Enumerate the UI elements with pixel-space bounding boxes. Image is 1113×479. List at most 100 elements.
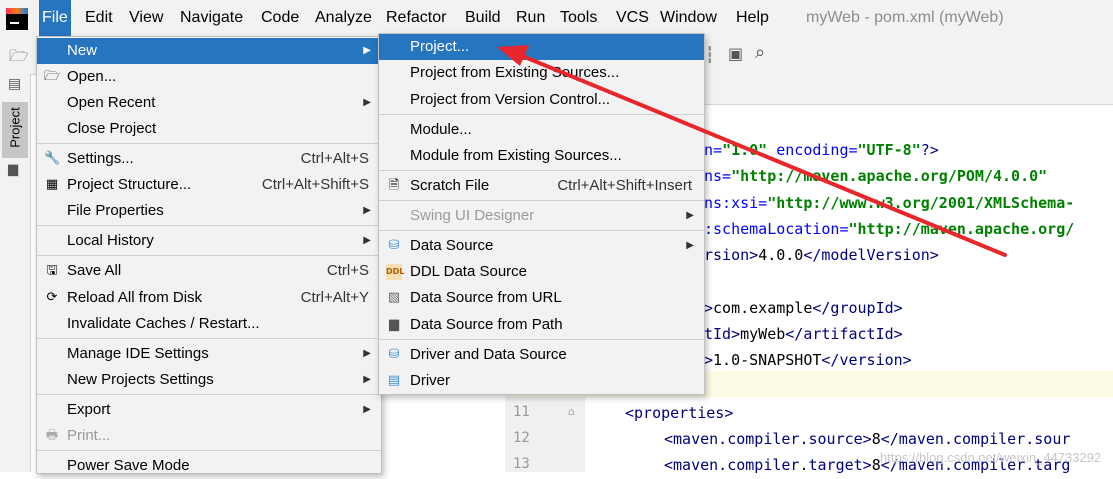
file-menu-invalidate-caches[interactable]: Invalidate Caches / Restart... xyxy=(37,311,381,337)
menu-file[interactable]: File xyxy=(39,0,71,36)
code-line: <properties> xyxy=(625,404,734,422)
file-menu-new[interactable]: New ▶ xyxy=(37,38,381,64)
menu-separator xyxy=(379,170,704,171)
database-icon: ⛁ xyxy=(388,238,400,253)
menu-separator xyxy=(379,230,704,231)
project-tab-label: Project xyxy=(7,107,23,148)
file-menu-open[interactable]: 🗁 Open... xyxy=(37,64,381,90)
new-menu-ddl-data-source[interactable]: DDL DDL Data Source xyxy=(379,259,704,285)
driver-data-source-icon: ⛁ xyxy=(388,347,400,362)
new-menu-swing-ui-designer: Swing UI Designer ▶ xyxy=(379,203,704,229)
intellij-logo-icon xyxy=(6,8,28,30)
submenu-arrow-icon: ▶ xyxy=(363,235,371,246)
submenu-arrow-icon: ▶ xyxy=(363,404,371,415)
menu-separator xyxy=(37,338,381,339)
tool-window-strip: ▤ Project ▆ xyxy=(0,74,31,472)
code-line: ns="http://maven.apache.org/POM/4.0.0" xyxy=(704,167,1048,185)
open-folder-icon: 🗁 xyxy=(44,69,61,84)
menu-tools[interactable]: Tools xyxy=(557,0,600,36)
watermark: https://blog.csdn.net/weixin_44733292 xyxy=(880,450,1102,465)
menu-build[interactable]: Build xyxy=(462,0,504,36)
file-menu-file-properties[interactable]: File Properties ▶ xyxy=(37,198,381,224)
file-menu-manage-ide-settings[interactable]: Manage IDE Settings ▶ xyxy=(37,341,381,367)
new-menu-data-source-path[interactable]: ▆ Data Source from Path xyxy=(379,312,704,338)
file-menu-reload[interactable]: ⟳ Reload All from Disk Ctrl+Alt+Y xyxy=(37,285,381,311)
file-menu-print: 🖶 Print... xyxy=(45,427,111,444)
menu-vcs[interactable]: VCS xyxy=(613,0,652,36)
toolbar-divider-icon: ┇ xyxy=(705,45,715,64)
menu-analyze[interactable]: Analyze xyxy=(312,0,375,36)
menu-bar: File Edit View Navigate Code Analyze Ref… xyxy=(0,0,1113,36)
new-menu-scratch-file[interactable]: 🗎 Scratch File Ctrl+Alt+Shift+Insert xyxy=(379,173,704,199)
code-line: rsion>4.0.0</modelVersion> xyxy=(704,246,939,264)
file-menu-local-history[interactable]: Local History ▶ xyxy=(37,228,381,254)
file-menu-power-save-mode[interactable]: Power Save Mode xyxy=(37,453,381,479)
code-line: :schemaLocation="http://maven.apache.org… xyxy=(704,220,1075,238)
new-menu-driver-and-data-source[interactable]: ⛁ Driver and Data Source xyxy=(379,342,704,368)
menu-navigate[interactable]: Navigate xyxy=(177,0,246,36)
new-menu-data-source-url[interactable]: ▧ Data Source from URL xyxy=(379,285,704,311)
menu-help[interactable]: Help xyxy=(733,0,772,36)
menu-refactor[interactable]: Refactor xyxy=(383,0,449,36)
submenu-arrow-icon: ▶ xyxy=(363,45,371,56)
folder-icon: ▆ xyxy=(389,317,399,332)
menu-view[interactable]: View xyxy=(126,0,166,36)
menu-run[interactable]: Run xyxy=(513,0,548,36)
driver-icon: ▤ xyxy=(387,373,401,388)
menu-separator xyxy=(37,255,381,256)
menu-separator xyxy=(379,114,704,115)
project-structure-icon: ▦ xyxy=(45,177,59,192)
new-menu-project[interactable]: Project... xyxy=(379,34,704,60)
menu-separator xyxy=(37,225,381,226)
line-number: 11 xyxy=(513,404,530,420)
structure-icon[interactable]: ▤ xyxy=(8,76,21,92)
menu-separator xyxy=(37,143,381,144)
submenu-arrow-icon: ▶ xyxy=(363,205,371,216)
new-menu-project-existing-sources[interactable]: Project from Existing Sources... xyxy=(379,60,704,86)
submenu-arrow-icon: ▶ xyxy=(686,240,694,251)
line-number: 13 xyxy=(513,456,530,472)
menu-separator xyxy=(379,200,704,201)
code-line: >1.0-SNAPSHOT</version> xyxy=(704,351,912,369)
file-menu-project-structure[interactable]: ▦ Project Structure... Ctrl+Alt+Shift+S xyxy=(37,172,381,198)
search-icon[interactable]: ⌕ xyxy=(755,42,765,63)
menu-separator xyxy=(379,339,704,340)
wrench-icon: 🔧 xyxy=(44,151,61,166)
code-line: >com.example</groupId> xyxy=(704,299,903,317)
code-line: ns:xsi="http://www.w3.org/2001/XMLSchema… xyxy=(704,194,1075,212)
project-tool-tab[interactable]: Project xyxy=(2,102,28,158)
run-console-icon[interactable]: ▣ xyxy=(728,44,743,63)
file-menu-close-project[interactable]: Close Project xyxy=(37,116,381,142)
code-line: <maven.compiler.source>8</maven.compiler… xyxy=(664,430,1071,448)
ddl-icon: DDL xyxy=(386,264,404,280)
file-menu: New ▶ 🗁 Open... Open Recent ▶ Close Project… xyxy=(36,36,382,474)
line-number: 12 xyxy=(513,430,530,446)
menu-edit[interactable]: Edit xyxy=(82,0,116,36)
new-menu-module[interactable]: Module... xyxy=(379,117,704,143)
code-line: tId>myWeb</artifactId> xyxy=(704,325,903,343)
printer-icon: 🖶 xyxy=(45,428,59,443)
new-menu-module-existing-sources[interactable]: Module from Existing Sources... xyxy=(379,143,704,169)
fold-icon[interactable]: ⌂ xyxy=(568,405,575,418)
menu-window[interactable]: Window xyxy=(657,0,720,36)
new-submenu: Project... Project from Existing Sources… xyxy=(378,33,705,395)
new-menu-project-version-control[interactable]: Project from Version Control... xyxy=(379,87,704,113)
file-menu-save-all[interactable]: 🖫 Save All Ctrl+S xyxy=(37,258,381,284)
submenu-arrow-icon: ▶ xyxy=(363,348,371,359)
submenu-arrow-icon: ▶ xyxy=(686,210,694,221)
file-menu-new-projects-settings[interactable]: New Projects Settings ▶ xyxy=(37,367,381,393)
code-line: n="1.0" encoding="UTF-8"?> xyxy=(704,141,939,159)
new-menu-driver[interactable]: ▤ Driver xyxy=(379,368,704,394)
file-menu-export[interactable]: Export ▶ xyxy=(37,397,381,423)
menu-separator xyxy=(37,394,381,395)
menu-separator xyxy=(37,450,381,451)
file-menu-open-recent[interactable]: Open Recent ▶ xyxy=(37,90,381,116)
file-menu-settings[interactable]: 🔧 Settings... Ctrl+Alt+S xyxy=(37,146,381,172)
scratch-file-icon: 🗎 xyxy=(388,178,400,193)
open-folder-icon[interactable]: 🗁 xyxy=(9,45,29,72)
url-data-source-icon: ▧ xyxy=(387,290,401,305)
new-menu-data-source[interactable]: ⛁ Data Source ▶ xyxy=(379,233,704,259)
menu-code[interactable]: Code xyxy=(258,0,302,36)
submenu-arrow-icon: ▶ xyxy=(363,97,371,108)
folder-icon: ▆ xyxy=(8,162,18,177)
